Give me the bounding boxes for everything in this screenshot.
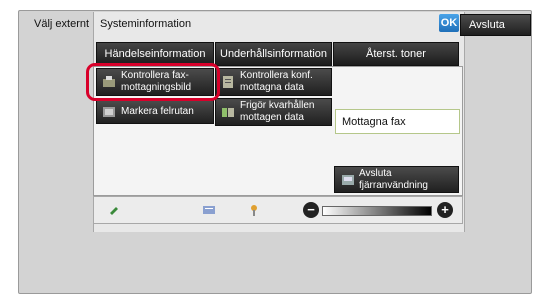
end-remote-label: Avsluta fjärranvändning: [359, 167, 428, 191]
mark-error-label: Markera felrutan: [121, 106, 194, 117]
brightness-down-button[interactable]: −: [303, 202, 319, 218]
tab-maintenance-info[interactable]: Underhållsinformation: [215, 42, 332, 66]
release-held-button[interactable]: Frigör kvarhållen mottagen data: [215, 98, 332, 126]
error-icon: [103, 107, 115, 117]
mark-error-button[interactable]: Markera felrutan: [96, 100, 214, 124]
brightness-up-button[interactable]: +: [437, 202, 453, 218]
remote-icon: [342, 175, 354, 185]
selection-highlight: [86, 63, 220, 101]
document-icon: [223, 76, 233, 88]
brightness-slider[interactable]: [322, 206, 432, 216]
release-icon: [222, 108, 234, 117]
received-fax-field[interactable]: Mottagna fax: [335, 109, 460, 134]
check-received-conf-label: Kontrollera konf. mottagna data: [240, 70, 313, 93]
release-held-label: Frigör kvarhållen mottagen data: [240, 100, 315, 123]
pin-icon[interactable]: [247, 203, 261, 217]
exit-button[interactable]: Avsluta: [460, 14, 531, 36]
ok-button[interactable]: OK: [439, 14, 459, 32]
keyboard-icon[interactable]: [202, 203, 216, 217]
panel-title: Systeminformation: [100, 18, 192, 30]
wrench-icon[interactable]: [108, 203, 122, 217]
tab-remaining-toner[interactable]: Återst. toner: [333, 42, 459, 66]
check-received-conf-button[interactable]: Kontrollera konf. mottagna data: [215, 68, 332, 96]
external-select-label[interactable]: Välj externt: [34, 18, 89, 30]
end-remote-button[interactable]: Avsluta fjärranvändning: [334, 166, 459, 193]
